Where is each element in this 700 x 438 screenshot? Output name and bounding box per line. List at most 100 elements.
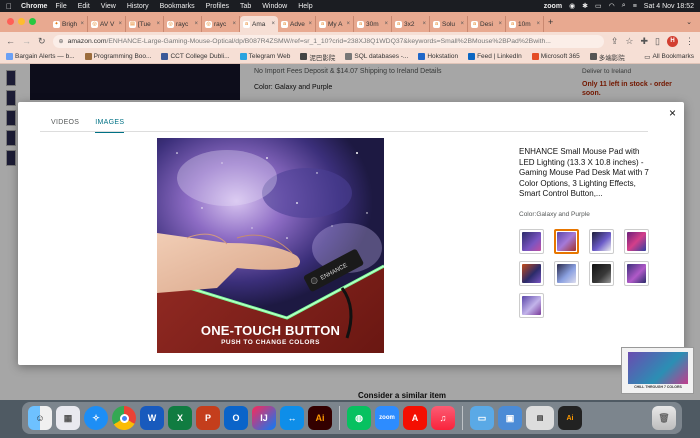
menu-help[interactable]: Help [298, 3, 312, 10]
window-thumb-icon[interactable]: ▤ [526, 406, 554, 430]
browser-tab[interactable]: a 30m × [354, 16, 392, 32]
forward-icon[interactable]: → [22, 36, 31, 46]
back-icon[interactable]: ← [6, 36, 15, 46]
close-tab-icon[interactable]: × [422, 21, 426, 27]
chrome-icon[interactable] [112, 406, 136, 430]
menu-view[interactable]: View [101, 3, 116, 10]
menu-edit[interactable]: Edit [78, 3, 90, 10]
image-thumbnail[interactable] [519, 293, 544, 318]
image-thumbnail[interactable] [624, 261, 649, 286]
browser-tab[interactable]: ◎ rayc × [164, 16, 202, 32]
extensions-icon[interactable]: ✚ [641, 36, 649, 47]
browser-tab[interactable]: a Solu × [430, 16, 468, 32]
bookmark-item[interactable]: Microsoft 365 [531, 53, 580, 60]
word-icon[interactable]: W [140, 406, 164, 430]
outlook-icon[interactable]: O [224, 406, 248, 430]
browser-tab[interactable]: a My A × [316, 16, 354, 32]
intellij-icon[interactable]: IJ [252, 406, 276, 430]
image-thumbnail-selected[interactable] [554, 229, 579, 254]
bookmark-item[interactable]: Hokstation [418, 53, 458, 60]
bookmark-item[interactable]: Telegram Web [239, 53, 290, 60]
bookmark-item[interactable]: 泥巴影院 [300, 52, 335, 62]
close-tab-icon[interactable]: × [384, 21, 388, 27]
menu-window[interactable]: Window [262, 3, 287, 10]
launchpad-icon[interactable]: ▦ [56, 406, 80, 430]
menu-app-name[interactable]: Chrome [21, 3, 47, 10]
browser-tab[interactable]: ◎ rayc × [202, 16, 240, 32]
acrobat-icon[interactable]: A [403, 406, 427, 430]
close-icon[interactable]: × [669, 106, 676, 120]
folder-icon[interactable]: ▭ [470, 406, 494, 430]
close-tab-icon[interactable]: × [80, 21, 84, 27]
browser-tab[interactable]: ▤ [Tue × [126, 16, 164, 32]
bookmark-star-icon[interactable]: ☆ [625, 36, 633, 47]
url-field[interactable]: ⊕ amazon.com/ENHANCE-Large-Gaming-Mouse-… [52, 34, 604, 48]
close-tab-icon[interactable]: × [536, 21, 540, 27]
lock-icon[interactable]: ⊕ [59, 38, 64, 45]
illustrator-icon[interactable]: Ai [308, 406, 332, 430]
browser-tab[interactable]: ✦ Brigh × [50, 16, 88, 32]
excel-icon[interactable]: X [168, 406, 192, 430]
wechat-icon[interactable]: ◍ [347, 406, 371, 430]
image-thumbnail[interactable] [589, 229, 614, 254]
image-thumbnail[interactable] [624, 229, 649, 254]
bluetooth-icon[interactable]: ✱ [582, 2, 588, 10]
bookmark-item[interactable]: SQL databases -... [345, 53, 408, 60]
finder-icon[interactable]: ☺ [28, 406, 52, 430]
browser-tab[interactable]: a 3x2 × [392, 16, 430, 32]
minimize-window-button[interactable] [18, 18, 25, 25]
menu-history[interactable]: History [127, 3, 149, 10]
image-thumbnail[interactable] [554, 261, 579, 286]
menu-profiles[interactable]: Profiles [206, 3, 229, 10]
floating-video-preview[interactable]: CHILL THROUGH 7 COLORS [621, 347, 694, 394]
all-bookmarks[interactable]: ▭ All Bookmarks [644, 53, 694, 61]
menu-file[interactable]: File [55, 3, 66, 10]
new-tab-icon[interactable]: + [548, 17, 553, 27]
browser-tab[interactable]: a 10m × [506, 16, 544, 32]
close-tab-icon[interactable]: × [271, 21, 275, 27]
menu-tab[interactable]: Tab [240, 3, 251, 10]
close-tab-icon[interactable]: × [118, 21, 122, 27]
bookmark-item[interactable]: Bargain Alerts — b... [6, 53, 75, 60]
wechat-status-icon[interactable]: ◉ [569, 2, 575, 10]
teamviewer-icon[interactable]: ↔ [280, 406, 304, 430]
zoom-status-icon[interactable]: zoom [544, 3, 562, 10]
bookmark-item[interactable]: 多端影院 [589, 52, 625, 62]
music-icon[interactable]: ♫ [431, 406, 455, 430]
battery-icon[interactable]: ▭ [595, 2, 602, 10]
safari-icon[interactable]: ✧ [84, 406, 108, 430]
clock[interactable]: Sat 4 Nov 18:52 [644, 3, 694, 10]
image-thumbnail[interactable] [589, 261, 614, 286]
wifi-icon[interactable]: ◠ [609, 2, 615, 10]
close-tab-icon[interactable]: × [156, 21, 160, 27]
share-icon[interactable]: ⇪ [611, 36, 619, 47]
more-menu-icon[interactable]: ⋮ [685, 36, 694, 47]
main-product-image[interactable]: ENHANCE ONE-TOUCH BUTTON PUSH TO CHANGE … [157, 138, 384, 353]
preview-icon[interactable]: ▣ [498, 406, 522, 430]
image-thumbnail[interactable] [519, 229, 544, 254]
bookmark-item[interactable]: CCT College Dubli... [161, 53, 230, 60]
reload-icon[interactable]: ↻ [38, 36, 46, 47]
sidepanel-icon[interactable]: ▯ [655, 36, 660, 47]
bookmark-item[interactable]: Programming Boo... [84, 53, 151, 60]
tab-search-icon[interactable]: ⌄ [686, 18, 692, 26]
browser-tab[interactable]: a Desi × [468, 16, 506, 32]
close-tab-icon[interactable]: × [232, 21, 236, 27]
zoom-window-button[interactable] [29, 18, 36, 25]
browser-tab-active[interactable]: a Ama × [240, 16, 278, 32]
powerpoint-icon[interactable]: P [196, 406, 220, 430]
browser-tab[interactable]: a Adve × [278, 16, 316, 32]
close-tab-icon[interactable]: × [194, 21, 198, 27]
zoom-icon[interactable]: zoom [375, 406, 399, 430]
image-thumbnail[interactable] [519, 261, 544, 286]
search-icon[interactable]: ⌕ [622, 2, 626, 10]
close-tab-icon[interactable]: × [346, 21, 350, 27]
apple-icon[interactable]:  [6, 2, 15, 11]
trash-icon[interactable]: 🗑 [652, 406, 676, 430]
browser-tab[interactable]: ◎ AV V × [88, 16, 126, 32]
close-tab-icon[interactable]: × [460, 21, 464, 27]
close-window-button[interactable] [7, 18, 14, 25]
menu-bookmarks[interactable]: Bookmarks [160, 3, 195, 10]
profile-avatar[interactable]: H [667, 35, 678, 47]
control-center-icon[interactable]: ≡ [633, 3, 637, 10]
